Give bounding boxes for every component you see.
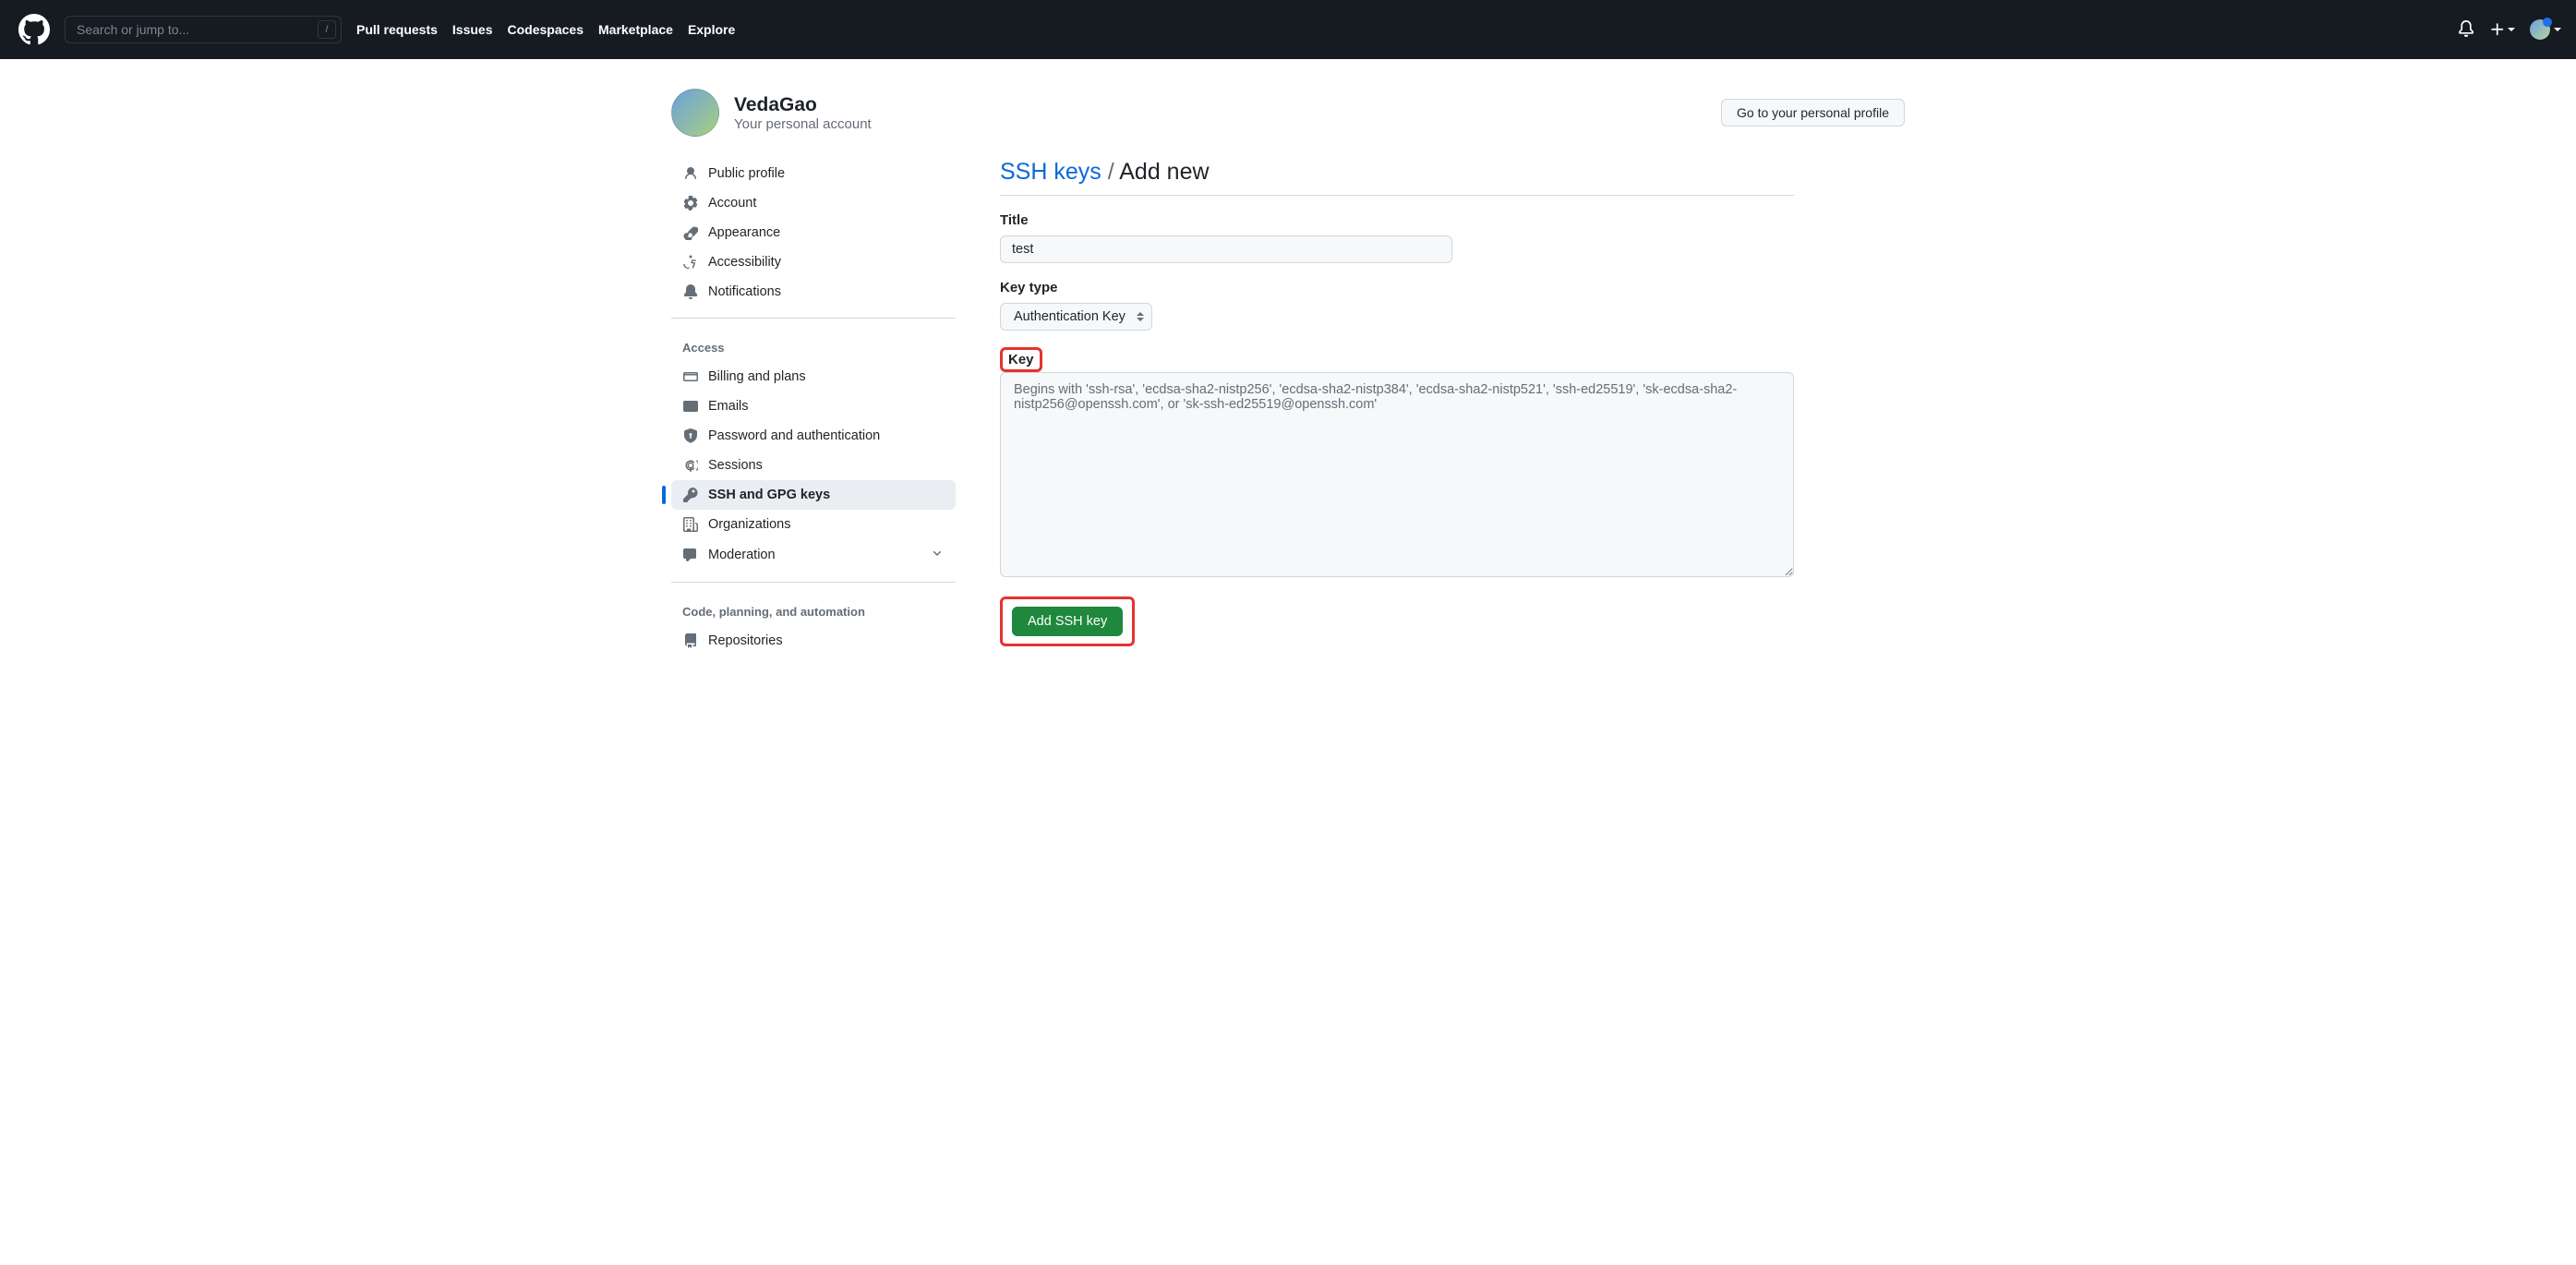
- profile-avatar[interactable]: [671, 89, 719, 137]
- accessibility-icon: [682, 254, 699, 271]
- sidebar-item-password[interactable]: Password and authentication: [671, 421, 956, 451]
- sidebar-group-title-access: Access: [671, 333, 956, 362]
- sidebar-item-organizations[interactable]: Organizations: [671, 510, 956, 539]
- repo-icon: [682, 632, 699, 649]
- sidebar-item-label: Accessibility: [708, 255, 781, 270]
- sidebar-item-sessions[interactable]: Sessions: [671, 451, 956, 480]
- add-ssh-key-button[interactable]: Add SSH key: [1012, 607, 1123, 636]
- layout: Public profile Account Appearance Access…: [671, 159, 1905, 681]
- sidebar-group-code: Repositories: [671, 626, 956, 667]
- sidebar-item-label: Sessions: [708, 458, 763, 473]
- main-content: SSH keys / Add new Title Key type Authen…: [1000, 159, 1794, 681]
- sidebar-item-label: Billing and plans: [708, 369, 806, 384]
- caret-down-icon: [2554, 28, 2561, 31]
- sidebar-item-label: Moderation: [708, 548, 776, 562]
- sidebar-item-notifications[interactable]: Notifications: [671, 277, 956, 307]
- nav-pull-requests[interactable]: Pull requests: [356, 22, 438, 37]
- paintbrush-icon: [682, 224, 699, 241]
- sidebar-item-label: Appearance: [708, 225, 780, 240]
- sidebar-item-repositories[interactable]: Repositories: [671, 626, 956, 656]
- sidebar-item-appearance[interactable]: Appearance: [671, 218, 956, 247]
- form-group-title: Title: [1000, 212, 1794, 263]
- profile-text: VedaGao Your personal account: [734, 94, 872, 132]
- breadcrumb-current: Add new: [1119, 159, 1209, 185]
- person-icon: [682, 165, 699, 182]
- create-new-dropdown[interactable]: [2489, 21, 2515, 38]
- keytype-label: Key type: [1000, 280, 1058, 295]
- sidebar-item-label: Repositories: [708, 633, 783, 648]
- topnav: Pull requests Issues Codespaces Marketpl…: [356, 22, 735, 37]
- sidebar-item-label: Emails: [708, 399, 749, 414]
- sidebar-item-label: SSH and GPG keys: [708, 488, 830, 502]
- nav-explore[interactable]: Explore: [688, 22, 735, 37]
- sidebar-item-billing[interactable]: Billing and plans: [671, 362, 956, 392]
- organization-icon: [682, 516, 699, 533]
- topbar-right: [2458, 19, 2561, 40]
- keytype-value: Authentication Key: [1014, 309, 1125, 324]
- sidebar-item-ssh-keys[interactable]: SSH and GPG keys: [671, 480, 956, 510]
- bell-icon: [682, 283, 699, 300]
- sidebar-item-accessibility[interactable]: Accessibility: [671, 247, 956, 277]
- avatar-small: [2530, 19, 2550, 40]
- search-input[interactable]: [65, 16, 342, 43]
- comment-discussion-icon: [682, 547, 699, 563]
- chevron-down-icon: [930, 546, 945, 564]
- submit-row: Add SSH key: [1000, 596, 1794, 646]
- page-title: SSH keys / Add new: [1000, 159, 1794, 196]
- sidebar-group-title-code: Code, planning, and automation: [671, 597, 956, 626]
- caret-down-icon: [2508, 28, 2515, 31]
- profile-header: VedaGao Your personal account Go to your…: [671, 89, 1905, 137]
- title-label: Title: [1000, 212, 1029, 228]
- user-menu-dropdown[interactable]: [2530, 19, 2561, 40]
- shield-lock-icon: [682, 428, 699, 444]
- mail-icon: [682, 398, 699, 415]
- form-group-keytype: Key type Authentication Key: [1000, 280, 1794, 331]
- credit-card-icon: [682, 368, 699, 385]
- sidebar-item-emails[interactable]: Emails: [671, 392, 956, 421]
- search-wrap: /: [65, 16, 342, 43]
- key-textarea[interactable]: [1000, 372, 1794, 577]
- broadcast-icon: [682, 457, 699, 474]
- keytype-select[interactable]: Authentication Key: [1000, 303, 1152, 331]
- gear-icon: [682, 195, 699, 211]
- notifications-icon[interactable]: [2458, 20, 2474, 40]
- go-to-profile-button[interactable]: Go to your personal profile: [1721, 99, 1905, 126]
- sidebar-item-moderation[interactable]: Moderation: [671, 539, 956, 571]
- form-group-key: Key: [1000, 347, 1794, 580]
- sidebar-item-label: Public profile: [708, 166, 785, 181]
- nav-issues[interactable]: Issues: [452, 22, 493, 37]
- container: VedaGao Your personal account Go to your…: [642, 59, 1934, 726]
- sidebar-item-label: Password and authentication: [708, 428, 880, 443]
- sidebar: Public profile Account Appearance Access…: [671, 159, 956, 681]
- sidebar-group-access: Billing and plans Emails Password and au…: [671, 362, 956, 583]
- topbar: / Pull requests Issues Codespaces Market…: [0, 0, 2576, 59]
- key-label-highlight: Key: [1000, 347, 1042, 372]
- submit-highlight: Add SSH key: [1000, 596, 1135, 646]
- key-label: Key: [1008, 352, 1034, 367]
- sidebar-item-public-profile[interactable]: Public profile: [671, 159, 956, 188]
- sidebar-item-label: Organizations: [708, 517, 790, 532]
- title-input[interactable]: [1000, 235, 1452, 263]
- sidebar-item-account[interactable]: Account: [671, 188, 956, 218]
- sidebar-item-label: Account: [708, 196, 756, 211]
- profile-name: VedaGao: [734, 94, 872, 116]
- breadcrumb-separator: /: [1108, 159, 1120, 185]
- profile-sub: Your personal account: [734, 116, 872, 132]
- nav-marketplace[interactable]: Marketplace: [598, 22, 673, 37]
- search-slash-hint: /: [318, 20, 336, 39]
- key-icon: [682, 487, 699, 503]
- select-arrows-icon: [1137, 312, 1144, 321]
- github-logo-icon[interactable]: [18, 14, 50, 45]
- breadcrumb-link-ssh-keys[interactable]: SSH keys: [1000, 159, 1101, 185]
- sidebar-group-profile: Public profile Account Appearance Access…: [671, 159, 956, 319]
- sidebar-item-label: Notifications: [708, 284, 781, 299]
- nav-codespaces[interactable]: Codespaces: [508, 22, 584, 37]
